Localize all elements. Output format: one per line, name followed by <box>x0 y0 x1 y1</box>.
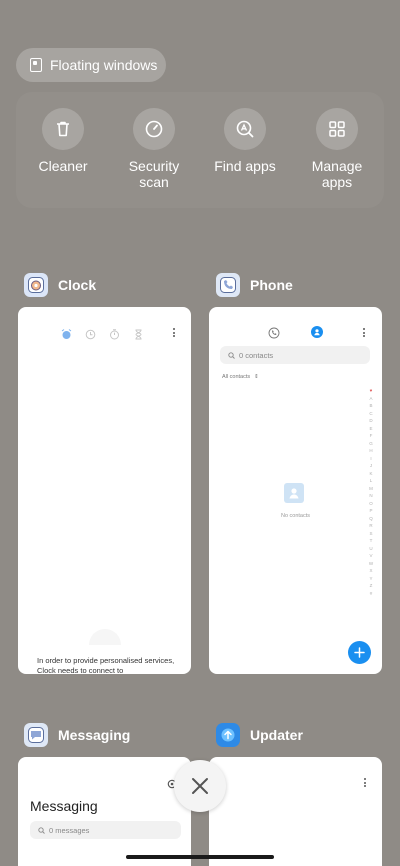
updater-app-header: Updater <box>216 723 303 747</box>
security-scan-icon <box>133 108 175 150</box>
security-scan-label: Security scan <box>128 158 180 190</box>
alphabet-index-letter[interactable]: N <box>369 492 372 500</box>
world-clock-tab-icon[interactable] <box>85 327 96 345</box>
trash-icon <box>42 108 84 150</box>
alphabet-index-letter[interactable]: M <box>369 485 373 493</box>
clock-fab-shadow <box>89 629 121 645</box>
stopwatch-tab-icon[interactable] <box>109 327 120 345</box>
messaging-app-icon <box>24 723 48 747</box>
home-indicator[interactable] <box>126 855 274 859</box>
alphabet-index-letter[interactable]: H <box>369 447 372 455</box>
messaging-title: Messaging <box>30 798 98 814</box>
add-contact-button[interactable] <box>348 641 371 664</box>
find-apps-label: Find apps <box>214 158 276 174</box>
search-icon <box>228 346 235 364</box>
manage-apps-label: Manage apps <box>311 158 363 190</box>
messaging-card[interactable]: Messaging 0 messages <box>18 757 191 866</box>
empty-contacts-label: No contacts <box>280 513 311 519</box>
contacts-tab-icon[interactable] <box>311 326 323 338</box>
clock-permission-notice: In order to provide personalised service… <box>37 656 175 674</box>
plus-icon <box>354 647 365 658</box>
find-apps-icon <box>224 108 266 150</box>
alphabet-index-letter[interactable]: S <box>369 530 372 538</box>
timer-tab-icon[interactable] <box>133 327 144 345</box>
alphabet-index-letter[interactable]: L <box>370 477 373 485</box>
alphabet-index-letter[interactable]: G <box>369 440 373 448</box>
updater-card[interactable] <box>209 757 382 866</box>
messaging-app-header: Messaging <box>24 723 130 747</box>
alphabet-index-letter[interactable]: ♥ <box>370 387 373 395</box>
alphabet-index-letter[interactable]: V <box>369 552 372 560</box>
phone-more-icon[interactable] <box>363 328 366 337</box>
floating-windows-icon <box>30 58 42 72</box>
alphabet-index-letter[interactable]: I <box>370 455 371 463</box>
alphabet-index-letter[interactable]: B <box>369 402 372 410</box>
contacts-filter-dropdown[interactable]: All contacts ⇕ <box>222 374 259 380</box>
contacts-filter-label: All contacts <box>222 374 251 380</box>
phone-app-name: Phone <box>250 277 293 293</box>
alphabet-index-letter[interactable]: Y <box>369 575 372 583</box>
updater-app-icon <box>216 723 240 747</box>
alphabet-index-letter[interactable]: X <box>369 567 372 575</box>
clock-app-name: Clock <box>58 277 97 293</box>
messaging-app-name: Messaging <box>58 727 131 743</box>
clock-app-header: Clock <box>24 273 96 297</box>
phone-card[interactable]: 0 contacts All contacts ⇕ ♥ A B C D E F G H I J K L M… <box>209 307 382 674</box>
contacts-search-placeholder: 0 contacts <box>239 350 274 360</box>
phone-app-header: Phone <box>216 273 293 297</box>
alphabet-index[interactable]: ♥ A B C D E F G H I J K L M N O P Q R S T U V W X Y Z # <box>367 387 375 597</box>
manage-apps-button[interactable]: Manage apps <box>292 108 382 190</box>
alphabet-index-letter[interactable]: O <box>369 500 373 508</box>
chevron-updown-icon: ⇕ <box>254 374 259 380</box>
recents-tab-icon[interactable] <box>268 326 280 344</box>
contacts-search-input[interactable]: 0 contacts <box>220 346 370 364</box>
clear-all-button[interactable] <box>174 760 226 812</box>
floating-windows-label: Floating windows <box>50 57 158 73</box>
find-apps-button[interactable]: Find apps <box>200 108 290 174</box>
alphabet-index-letter[interactable]: E <box>369 425 372 433</box>
alphabet-index-letter[interactable]: R <box>369 522 372 530</box>
alphabet-index-letter[interactable]: U <box>369 545 372 553</box>
alphabet-index-letter[interactable]: A <box>369 395 372 403</box>
cleaner-button[interactable]: Cleaner <box>18 108 108 174</box>
clock-card[interactable]: In order to provide personalised service… <box>18 307 191 674</box>
updater-more-icon[interactable] <box>364 778 367 787</box>
alphabet-index-letter[interactable]: W <box>369 560 373 568</box>
grid-icon <box>316 108 358 150</box>
alphabet-index-letter[interactable]: # <box>370 590 373 598</box>
alphabet-index-letter[interactable]: K <box>369 470 372 478</box>
empty-contacts-icon <box>284 483 304 503</box>
messages-search-placeholder: 0 messages <box>49 825 90 835</box>
alphabet-index-letter[interactable]: D <box>369 417 372 425</box>
security-scan-button[interactable]: Security scan <box>109 108 199 190</box>
clock-app-icon <box>24 273 48 297</box>
updater-app-name: Updater <box>250 727 303 743</box>
messages-search-input[interactable]: 0 messages <box>30 821 181 839</box>
alphabet-index-letter[interactable]: Z <box>370 582 373 590</box>
search-icon <box>38 821 45 839</box>
phone-app-icon <box>216 273 240 297</box>
alphabet-index-letter[interactable]: F <box>370 432 373 440</box>
alphabet-index-letter[interactable]: T <box>370 537 373 545</box>
clock-more-icon[interactable] <box>173 328 176 337</box>
alphabet-index-letter[interactable]: J <box>370 462 372 470</box>
cleaner-label: Cleaner <box>38 158 88 174</box>
alphabet-index-letter[interactable]: C <box>369 410 372 418</box>
alarm-tab-icon[interactable] <box>61 327 72 345</box>
floating-windows-button[interactable]: Floating windows <box>16 48 166 82</box>
close-icon <box>192 778 208 794</box>
